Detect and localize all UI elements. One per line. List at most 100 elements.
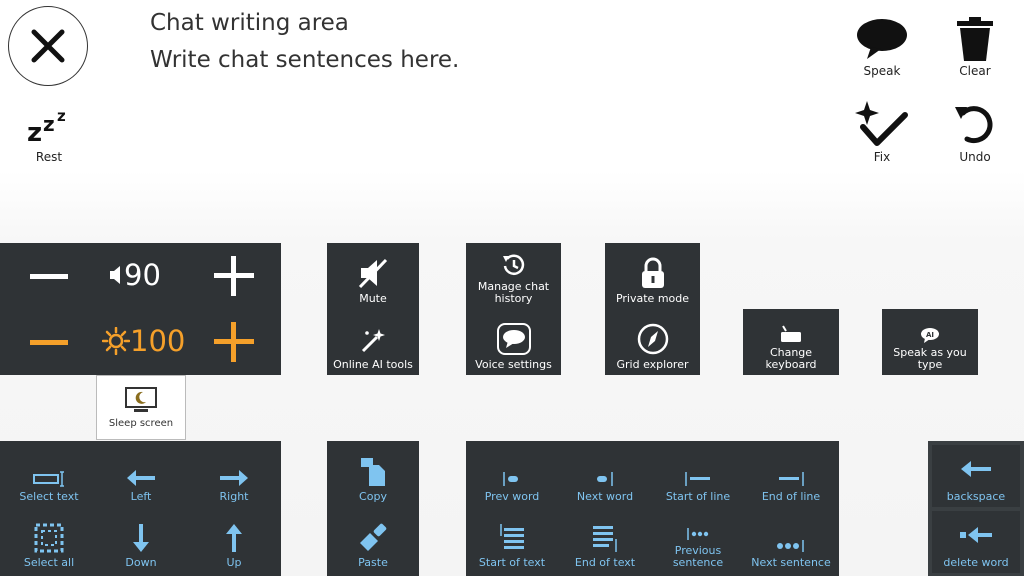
delete-word-icon <box>960 527 992 543</box>
private-mode-label: Private mode <box>615 292 690 305</box>
minus-icon <box>30 274 68 279</box>
brightness-value: 100 <box>130 324 186 358</box>
mute-label: Mute <box>359 292 387 305</box>
private-mode-button[interactable]: Private mode <box>605 243 700 305</box>
manage-chat-history-label: Manage chat history <box>477 280 550 305</box>
previous-sentence-icon <box>686 527 710 541</box>
audio-ai-panel: Mute Online AI tools <box>327 243 419 375</box>
brightness-increase-button[interactable] <box>214 322 254 362</box>
magic-wand-icon <box>359 327 387 355</box>
end-of-line-icon <box>777 471 805 487</box>
delete-word-button[interactable]: delete word <box>932 511 1020 573</box>
mute-button[interactable]: Mute <box>327 243 419 305</box>
arrow-up-icon <box>225 523 243 553</box>
sleep-screen-button[interactable]: Sleep screen <box>96 375 186 440</box>
rest-button[interactable]: z z z Rest <box>4 100 94 180</box>
undo-button[interactable]: Undo <box>930 100 1020 180</box>
online-ai-tools-button[interactable]: Online AI tools <box>327 309 419 371</box>
select-all-button[interactable]: Select all <box>3 507 95 569</box>
right-label: Right <box>219 490 249 503</box>
right-button[interactable]: Right <box>188 441 280 503</box>
next-sentence-label: Next sentence <box>751 556 831 569</box>
close-button[interactable] <box>8 6 88 86</box>
trash-icon <box>955 14 995 64</box>
close-icon <box>31 29 65 63</box>
text-navigation-panel: Prev word Next word Start of line End of… <box>466 441 839 576</box>
monitor-moon-icon <box>125 387 157 412</box>
sleep-zzz-icon: z z z <box>25 100 73 150</box>
sparkle-check-icon <box>855 100 909 150</box>
select-text-icon <box>33 471 65 487</box>
chat-input[interactable]: Write chat sentences here. <box>150 47 459 73</box>
svg-text:z: z <box>43 112 55 136</box>
voice-settings-label: Voice settings <box>475 358 552 371</box>
next-word-icon <box>595 471 615 487</box>
select-text-label: Select text <box>19 490 79 503</box>
plus-icon <box>214 322 254 362</box>
left-button[interactable]: Left <box>95 441 187 503</box>
copy-icon <box>359 457 387 487</box>
private-grid-panel: Private mode Grid explorer <box>605 243 700 375</box>
start-of-line-button[interactable]: Start of line <box>652 441 744 503</box>
volume-increase-button[interactable] <box>214 256 254 296</box>
voice-bubble-icon <box>496 323 531 355</box>
up-label: Up <box>226 556 242 569</box>
select-text-button[interactable]: Select text <box>3 441 95 503</box>
paste-label: Paste <box>358 556 388 569</box>
speak-button[interactable]: Speak <box>837 14 927 94</box>
volume-brightness-panel: 90 100 <box>0 243 281 375</box>
previous-sentence-button[interactable]: Previous sentence <box>652 507 744 569</box>
arrow-right-icon <box>219 469 249 487</box>
volume-value: 90 <box>124 258 161 292</box>
prev-word-button[interactable]: Prev word <box>466 441 558 503</box>
compass-icon <box>637 323 669 355</box>
backspace-label: backspace <box>946 490 1006 503</box>
change-keyboard-button[interactable]: Change keyboard <box>743 309 839 375</box>
paste-button[interactable]: Paste <box>327 507 419 569</box>
speaker-icon <box>110 266 120 284</box>
brightness-decrease-button[interactable] <box>28 324 70 360</box>
start-of-text-button[interactable]: Start of text <box>466 507 558 569</box>
end-of-text-button[interactable]: End of text <box>559 507 651 569</box>
rest-label: Rest <box>35 150 63 164</box>
clear-button[interactable]: Clear <box>930 14 1020 94</box>
undo-icon <box>953 100 997 150</box>
speak-as-you-type-label: Speak as you type <box>893 346 967 371</box>
down-label: Down <box>125 556 157 569</box>
next-word-button[interactable]: Next word <box>559 441 651 503</box>
fix-label: Fix <box>873 150 891 164</box>
minus-icon <box>30 340 68 345</box>
arrow-down-icon <box>132 523 150 553</box>
grid-explorer-label: Grid explorer <box>616 358 689 371</box>
clear-label: Clear <box>959 64 991 78</box>
end-of-line-button[interactable]: End of line <box>745 441 837 503</box>
start-of-text-icon <box>498 523 526 553</box>
up-button[interactable]: Up <box>188 507 280 569</box>
voice-settings-button[interactable]: Voice settings <box>466 309 561 371</box>
history-icon <box>502 253 526 277</box>
delete-word-label: delete word <box>943 556 1009 569</box>
speak-label: Speak <box>863 64 901 78</box>
copy-button[interactable]: Copy <box>327 441 419 503</box>
sun-icon <box>102 327 130 355</box>
manage-chat-history-button[interactable]: Manage chat history <box>466 243 561 305</box>
speak-as-you-type-button[interactable]: AI Speak as you type <box>882 309 978 375</box>
paste-brush-icon <box>358 523 388 553</box>
ai-speech-bubble-icon: AI <box>920 327 940 343</box>
fix-button[interactable]: Fix <box>837 100 927 180</box>
sleep-screen-label: Sleep screen <box>108 418 174 429</box>
chat-title: Chat writing area <box>150 10 349 36</box>
end-of-text-label: End of text <box>574 556 636 569</box>
backspace-button[interactable]: backspace <box>932 445 1020 507</box>
end-of-line-label: End of line <box>761 490 821 503</box>
navigation-panel: Select text Left Right Select all Down U… <box>0 441 281 576</box>
down-button[interactable]: Down <box>95 507 187 569</box>
start-of-line-label: Start of line <box>665 490 731 503</box>
grid-explorer-button[interactable]: Grid explorer <box>605 309 700 371</box>
online-ai-tools-label: Online AI tools <box>333 358 413 371</box>
select-all-label: Select all <box>23 556 75 569</box>
next-sentence-button[interactable]: Next sentence <box>745 507 837 569</box>
copy-label: Copy <box>359 490 387 503</box>
end-of-text-icon <box>591 523 619 553</box>
volume-decrease-button[interactable] <box>28 258 70 294</box>
